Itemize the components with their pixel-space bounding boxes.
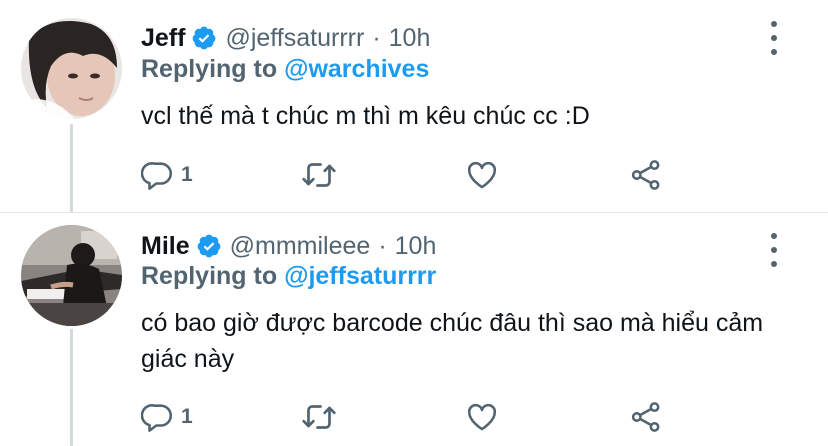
tweet[interactable]: Jeff @jeffsaturrrr · 10h Replying to @wa…	[0, 0, 828, 212]
replying-to-label: Replying to	[141, 55, 285, 83]
avatar[interactable]	[21, 225, 122, 326]
reply-count: 1	[181, 163, 193, 186]
like-button[interactable]	[465, 157, 499, 193]
tweet-header: Mile @mmmileee · 10h	[141, 230, 436, 262]
separator-dot: ·	[372, 23, 381, 52]
reply-count: 1	[181, 405, 193, 428]
tweet-header: Jeff @jeffsaturrrr · 10h	[141, 22, 430, 54]
share-button[interactable]	[629, 399, 663, 435]
more-icon[interactable]	[760, 233, 788, 267]
reply-icon	[141, 158, 175, 192]
share-icon	[629, 400, 663, 434]
replying-to-mention[interactable]: @warchives	[284, 55, 429, 83]
tweet-actions: 1	[141, 157, 681, 193]
retweet-button[interactable]	[301, 157, 337, 193]
like-icon	[465, 400, 499, 434]
tweet-actions: 1	[141, 399, 681, 435]
more-icon[interactable]	[760, 21, 788, 55]
retweet-button[interactable]	[301, 399, 337, 435]
reply-button[interactable]: 1	[141, 157, 193, 193]
user-handle[interactable]: @jeffsaturrrr	[225, 24, 364, 53]
timestamp[interactable]: 10h	[395, 232, 437, 261]
reply-icon	[141, 400, 175, 434]
verified-badge-icon	[191, 25, 217, 51]
separator-dot: ·	[378, 231, 387, 260]
like-icon	[465, 158, 499, 192]
avatar[interactable]	[21, 18, 122, 119]
timestamp[interactable]: 10h	[389, 24, 431, 53]
display-name[interactable]: Mile	[141, 232, 190, 261]
display-name[interactable]: Jeff	[141, 24, 185, 53]
verified-badge-icon	[196, 233, 222, 259]
share-button[interactable]	[629, 157, 663, 193]
replying-to: Replying to @jeffsaturrrr	[141, 262, 436, 291]
tweet-text: có bao giờ được barcode chúc đâu thì sao…	[141, 309, 764, 373]
like-button[interactable]	[465, 399, 499, 435]
replying-to: Replying to @warchives	[141, 55, 429, 84]
tweet[interactable]: Mile @mmmileee · 10h Replying to @jeffsa…	[0, 212, 828, 446]
tweet-text: vcl thế mà t chúc m thì m kêu chúc cc :D	[141, 102, 590, 130]
share-icon	[629, 158, 663, 192]
thread-line	[70, 329, 73, 446]
replying-to-label: Replying to	[141, 262, 285, 290]
thread-line	[70, 124, 73, 212]
retweet-icon	[301, 157, 337, 193]
reply-button[interactable]: 1	[141, 399, 193, 435]
replying-to-mention[interactable]: @jeffsaturrrr	[284, 262, 436, 290]
user-handle[interactable]: @mmmileee	[230, 232, 371, 261]
retweet-icon	[301, 399, 337, 435]
